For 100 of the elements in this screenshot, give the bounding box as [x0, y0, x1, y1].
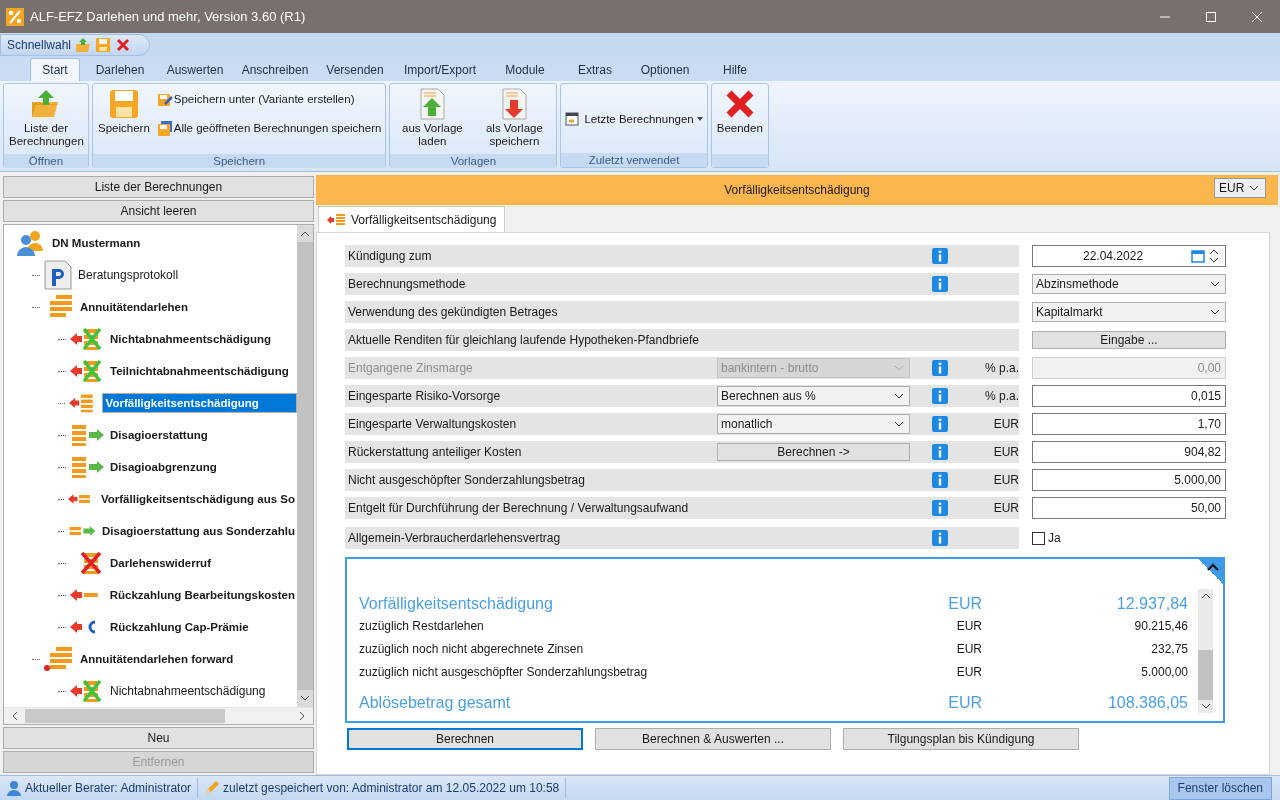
tree-item[interactable]: Disagioabgrenzung: [108, 459, 219, 475]
ribbon-tab[interactable]: Import/Export: [390, 58, 490, 81]
info-icon[interactable]: [932, 248, 948, 264]
dropdown[interactable]: monatlich: [717, 414, 910, 434]
action-button[interactable]: Berechnen: [347, 728, 583, 750]
ribbon-button[interactable]: Speichern unter (Variante erstellen): [154, 86, 357, 113]
result-label: zuzüglich Restdarlehen: [359, 619, 485, 633]
info-icon[interactable]: [932, 500, 948, 516]
field-label: Eingesparte Risiko-Vorsorge: [347, 389, 502, 403]
chevron-down-icon: [1249, 185, 1259, 191]
vertical-scrollbar[interactable]: [297, 225, 313, 707]
field-label: Entgangene Zinsmarge: [347, 361, 474, 375]
quick-access-label: Schnellwahl: [7, 38, 72, 52]
maximize-icon[interactable]: [1206, 11, 1216, 22]
tree-item[interactable]: DN Mustermann: [50, 235, 143, 251]
chevron-down-icon: [894, 393, 904, 399]
calendar-icon: [565, 111, 582, 127]
ribbon-button[interactable]: Alle geöffneten Berechnungen speichern: [154, 115, 384, 142]
ribbon-tab[interactable]: Module: [490, 58, 560, 81]
tree-item[interactable]: Rückzahlung Bearbeitungskosten: [107, 587, 297, 603]
input-field[interactable]: 50,00: [1032, 497, 1226, 519]
ribbon-button[interactable]: als Vorlage speichern: [474, 86, 555, 154]
unit-label: EUR: [992, 417, 1019, 431]
tree-item[interactable]: Vorfälligkeitsentschädigung: [101, 393, 297, 413]
scroll-right-icon[interactable]: [300, 712, 305, 720]
vertical-scrollbar[interactable]: [1198, 589, 1213, 713]
document-p-icon: [44, 260, 72, 290]
tree-item[interactable]: Annuitätendarlehen: [78, 299, 190, 315]
panel-button[interactable]: Neu: [3, 727, 314, 749]
input-field[interactable]: 904,82: [1032, 441, 1226, 463]
loan-event-icon: [327, 212, 347, 227]
ribbon-tab[interactable]: Auswerten: [160, 58, 230, 81]
ribbon-button[interactable]: aus Vorlage laden: [392, 86, 473, 154]
ribbon-tab[interactable]: Optionen: [630, 58, 700, 81]
info-icon[interactable]: [932, 472, 948, 488]
stacked-bars-dot-icon: [44, 646, 74, 672]
checkbox[interactable]: [1032, 531, 1045, 545]
ribbon-button[interactable]: Beenden: [713, 86, 766, 154]
status-button[interactable]: Fenster löschen: [1168, 776, 1272, 800]
tree-item[interactable]: Nichtabnahmeentschädigung: [108, 331, 274, 347]
tree-item[interactable]: Nichtabnahmeentschädigung: [108, 682, 268, 700]
scroll-up-icon[interactable]: [301, 231, 309, 236]
input-field[interactable]: 0,015: [1032, 385, 1226, 407]
ribbon-group-label: Zuletzt verwendet: [588, 154, 680, 166]
field-label: Berechnungsmethode: [347, 277, 467, 291]
document-tab[interactable]: Vorfälligkeitsentschädigung: [318, 206, 506, 232]
tree-item[interactable]: Darlehenswiderruf: [108, 555, 213, 571]
ribbon-tab[interactable]: Hilfe: [700, 58, 770, 81]
close-icon[interactable]: [115, 37, 132, 53]
scroll-left-icon[interactable]: [12, 712, 17, 720]
tree-item[interactable]: Vorfälligkeitsentschädigung aus So: [98, 491, 297, 507]
dropdown[interactable]: Abzinsmethode: [1032, 274, 1226, 294]
info-icon[interactable]: [932, 444, 948, 460]
input-button[interactable]: Eingabe ...: [1032, 331, 1226, 349]
info-icon[interactable]: [932, 530, 948, 546]
tree-item[interactable]: Teilnichtabnahmeentschädigung: [108, 363, 291, 379]
currency-select[interactable]: EUR: [1214, 178, 1266, 198]
ribbon-button[interactable]: Liste der Berechnungen: [6, 86, 86, 154]
result-label: Vorfälligkeitsentschädigung: [359, 595, 554, 614]
result-value: 5.000,00: [1140, 665, 1188, 679]
app-logo-icon: [6, 7, 24, 26]
result-unit: EUR: [955, 619, 982, 633]
panel-button[interactable]: Liste der Berechnungen: [3, 176, 314, 198]
close-icon[interactable]: [1252, 11, 1262, 22]
tree-item[interactable]: Rückzahlung Cap-Prämie: [108, 619, 251, 635]
scroll-down-icon[interactable]: [301, 696, 309, 701]
folder-arrow-icon[interactable]: [75, 37, 92, 53]
action-button[interactable]: Berechnen & Auswerten ...: [595, 728, 831, 750]
info-icon[interactable]: [932, 276, 948, 292]
ribbon-tab[interactable]: Darlehen: [80, 58, 160, 81]
scroll-down-icon[interactable]: [1201, 704, 1210, 709]
action-button[interactable]: Tilgungsplan bis Kündigung: [843, 728, 1079, 750]
input-field[interactable]: 1,70: [1032, 413, 1226, 435]
tree-item[interactable]: Beratungsprotokoll: [76, 266, 181, 284]
scroll-up-icon[interactable]: [1201, 593, 1210, 598]
unit-label: EUR: [992, 473, 1019, 487]
info-icon[interactable]: [932, 416, 948, 432]
tree-item[interactable]: Disagioerstattung: [108, 427, 210, 443]
tree-item[interactable]: Disagioerstattung aus Sonderzahlu: [100, 523, 297, 539]
panel-button[interactable]: Ansicht leeren: [3, 200, 314, 222]
ribbon-dropdown-button[interactable]: Letzte Berechnungen: [563, 106, 705, 133]
ribbon-tab[interactable]: Anschreiben: [230, 58, 320, 81]
loan-event-icon: [70, 423, 104, 447]
result-unit: EUR: [947, 693, 982, 712]
info-icon[interactable]: [932, 388, 948, 404]
save-icon[interactable]: [95, 37, 112, 53]
ribbon-tab[interactable]: Versenden: [320, 58, 390, 81]
loan-event-icon: [70, 679, 104, 703]
result-unit: EUR: [955, 642, 982, 656]
floppy-stack-icon: [156, 120, 173, 136]
ribbon-tab[interactable]: Start: [30, 58, 80, 81]
dropdown[interactable]: Kapitalmarkt: [1032, 302, 1226, 322]
tree-item[interactable]: Annuitätendarlehen forward: [78, 651, 236, 667]
dropdown[interactable]: Berechnen aus %: [717, 386, 910, 406]
ribbon-tab[interactable]: Extras: [560, 58, 630, 81]
input-field[interactable]: 5.000,00: [1032, 469, 1226, 491]
calculate-button[interactable]: Berechnen ->: [717, 443, 910, 461]
ribbon-button[interactable]: Speichern: [95, 86, 153, 154]
field-label: Rückerstattung anteiliger Kosten: [347, 445, 523, 459]
horizontal-scrollbar[interactable]: [4, 707, 313, 724]
